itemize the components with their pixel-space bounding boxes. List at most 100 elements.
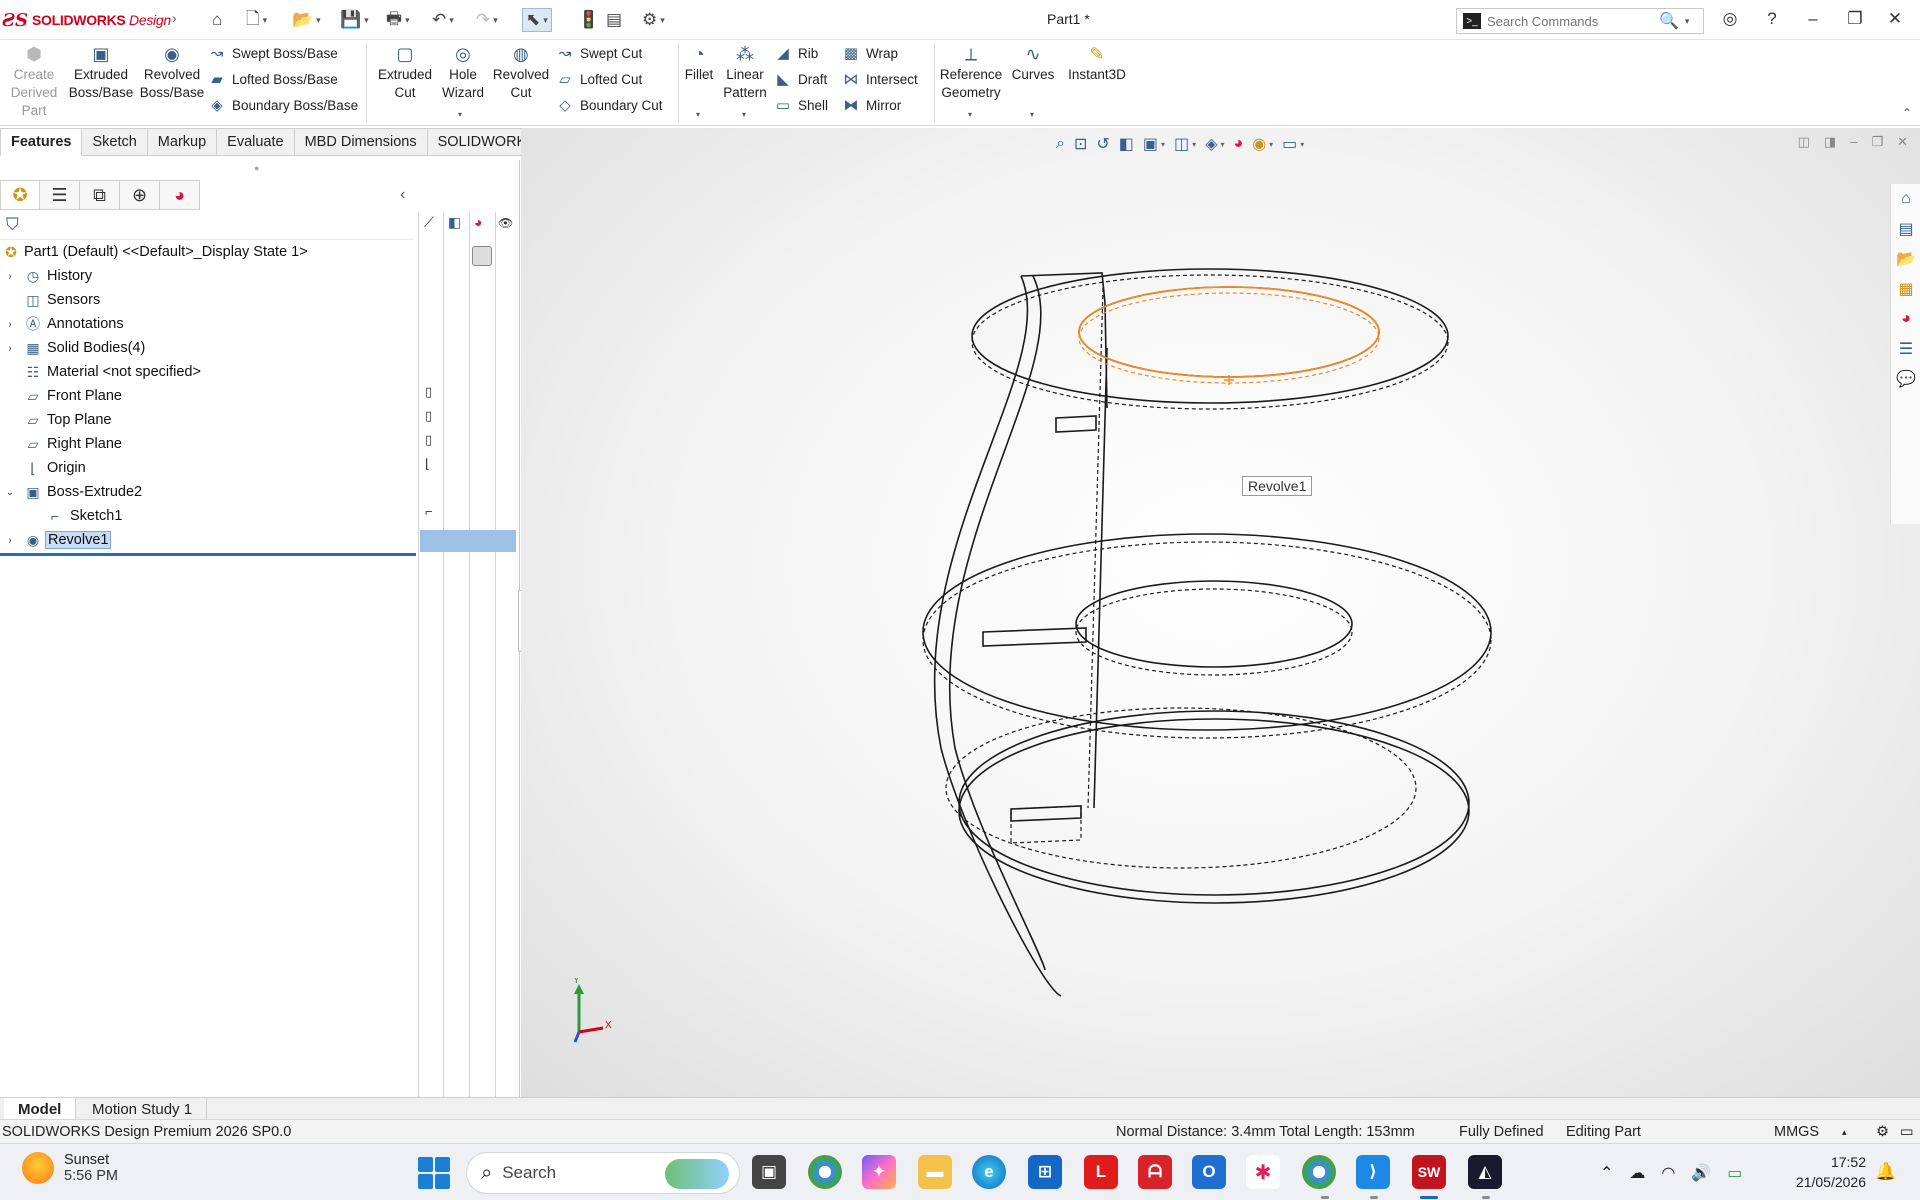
rebuild-status-icon[interactable]: ⚙ — [1876, 1124, 1889, 1140]
viewport-restore-icon[interactable]: ❐ — [1871, 134, 1883, 150]
volume-icon[interactable]: 🔊 — [1691, 1163, 1711, 1183]
wifi-icon[interactable]: ◠ — [1661, 1163, 1675, 1183]
slack-icon[interactable]: ✱ — [1246, 1155, 1280, 1189]
minimize-icon[interactable]: – — [1800, 9, 1826, 29]
curves-button[interactable]: ∿ Curves — [1008, 44, 1058, 84]
file-explorer-icon[interactable]: ▬ — [918, 1155, 952, 1189]
open-icon[interactable]: 📂 ▾ — [292, 8, 321, 32]
rebuild-icon[interactable]: 🚦 — [578, 8, 599, 32]
expand-icon[interactable]: › — [4, 271, 16, 282]
linear-pattern-button[interactable]: ⁂ Linear Pattern — [720, 44, 770, 102]
tree-item-solid-bodies[interactable]: › ▦ Solid Bodies(4) — [0, 336, 416, 360]
rib-button[interactable]: ◢ Rib — [774, 42, 818, 64]
extruded-cut-button[interactable]: ▢ Extruded Cut — [372, 44, 438, 102]
chrome-profile-icon[interactable] — [1302, 1155, 1336, 1189]
revolved-boss-button[interactable]: ◉ Revolved Boss/Base — [138, 44, 206, 102]
tree-item-revolve1[interactable]: › ◉ Revolve1 — [0, 528, 416, 552]
show-hidden-icons-icon[interactable]: ⌃ — [1600, 1163, 1613, 1183]
redo-icon[interactable]: ↷ ▾ — [476, 8, 498, 32]
tree-item-top-plane[interactable]: ▱ Top Plane — [0, 408, 416, 432]
tab-features[interactable]: Features — [0, 128, 83, 156]
microsoft-store-icon[interactable]: ⊞ — [1028, 1155, 1062, 1189]
tree-item-right-plane[interactable]: ▱ Right Plane — [0, 432, 416, 456]
appearances-icon[interactable]: ◕ — [1891, 304, 1920, 334]
mirror-button[interactable]: ⧓ Mirror — [842, 94, 902, 116]
copilot-icon[interactable]: ✦ — [862, 1155, 896, 1189]
viewport-close-icon[interactable]: ✕ — [1897, 134, 1908, 150]
boundary-cut-button[interactable]: ◇ Boundary Cut — [556, 94, 662, 116]
units-dropdown-icon[interactable]: ▴ — [1842, 1127, 1847, 1138]
tree-item-front-plane[interactable]: ▱ Front Plane — [0, 384, 416, 408]
intersect-button[interactable]: ⋈ Intersect — [842, 68, 918, 90]
new-document-icon[interactable]: 🗋 ▾ — [246, 8, 267, 32]
home-icon[interactable]: ⌂ — [212, 8, 222, 32]
menu-expand-icon[interactable]: › — [172, 10, 177, 26]
options-gear-icon[interactable]: ⚙ ▾ — [642, 8, 665, 32]
restore-icon[interactable]: ❐ — [1842, 9, 1868, 29]
lofted-cut-button[interactable]: ▱ Lofted Cut — [556, 68, 642, 90]
tree-item-material[interactable]: ☷ Material <not specified> — [0, 360, 416, 384]
display-manager-tab-icon[interactable]: ◕ — [160, 180, 200, 210]
tab-motion-study-1[interactable]: Motion Study 1 — [78, 1098, 208, 1120]
origin-visibility-icon[interactable]: ⌊ — [425, 456, 430, 472]
instant3d-button[interactable]: ✎ Instant3D — [1064, 44, 1130, 84]
collapse-icon[interactable]: ⌄ — [4, 487, 16, 498]
configuration-manager-tab-icon[interactable]: ⧉ — [80, 180, 120, 210]
status-units[interactable]: MMGS — [1774, 1124, 1819, 1140]
plane-visibility-icon[interactable]: ▯ — [425, 432, 432, 448]
close-icon[interactable]: ✕ — [1882, 9, 1908, 29]
search-dropdown-icon[interactable]: ▾ — [1685, 16, 1690, 27]
panel-grip[interactable]: ● — [254, 163, 259, 173]
hole-wizard-dropdown-icon[interactable]: ▾ — [458, 110, 462, 119]
create-derived-part-button[interactable]: ⬢ Create Derived Part — [6, 44, 62, 120]
search-commands-input[interactable] — [1487, 13, 1657, 29]
select-icon[interactable]: ⬉ ▾ — [522, 8, 552, 32]
start-button[interactable] — [418, 1157, 450, 1189]
tab-model[interactable]: Model — [4, 1098, 77, 1120]
tab-evaluate[interactable]: Evaluate — [217, 128, 295, 156]
tree-item-history[interactable]: › ◷ History — [0, 264, 416, 288]
revolved-cut-button[interactable]: ◍ Revolved Cut — [490, 44, 552, 102]
filter-icon[interactable]: ⛉ — [6, 215, 19, 235]
search-icon[interactable]: 🔍 — [1659, 11, 1679, 31]
shell-button[interactable]: ▭ Shell — [774, 94, 828, 116]
file-explorer-icon[interactable]: 📂 — [1891, 244, 1920, 274]
sketch-visibility-icon[interactable]: ⌐ — [425, 504, 433, 519]
forum-icon[interactable]: 💬 — [1891, 364, 1920, 394]
user-account-icon[interactable]: ◎ — [1717, 9, 1743, 29]
wrap-button[interactable]: ▩ Wrap — [842, 42, 898, 64]
view-palette-icon[interactable]: ▦ — [1891, 274, 1920, 304]
onedrive-offline-icon[interactable]: ☁ — [1629, 1163, 1645, 1183]
plane-visibility-icon[interactable]: ▯ — [425, 384, 432, 400]
save-icon[interactable]: 💾 ▾ — [340, 8, 369, 32]
undo-icon[interactable]: ↶ ▾ — [432, 8, 454, 32]
notifications-bell-icon[interactable]: 🔔 — [1875, 1162, 1896, 1182]
dimxpert-tab-icon[interactable]: ⊕ — [120, 180, 160, 210]
expand-icon[interactable]: › — [4, 343, 16, 354]
linear-pattern-dropdown-icon[interactable]: ▾ — [742, 110, 746, 119]
hole-wizard-button[interactable]: ◎ Hole Wizard — [436, 44, 490, 102]
tree-root[interactable]: ✪ Part1 (Default) <<Default>_Display Sta… — [0, 240, 416, 264]
tree-item-boss-extrude2[interactable]: ⌄ ▣ Boss-Extrude2 — [0, 480, 416, 504]
acrobat-icon[interactable]: ᗩ — [1138, 1155, 1172, 1189]
graphics-viewport[interactable]: ⌕ ⊡ ↺ ◧ ▣▾ ◫▾ ◈▾ ◕ ◉▾ ▭▾ ◫ ◨ – ❐ ✕ — [521, 128, 1920, 1097]
design-library-icon[interactable]: ▤ — [1891, 214, 1920, 244]
task-view-icon[interactable]: ▣ — [752, 1155, 786, 1189]
fillet-button[interactable]: ◔ Fillet — [682, 44, 716, 84]
affinity-icon[interactable]: ◭ — [1468, 1155, 1502, 1189]
reference-geometry-button[interactable]: ⟂ Reference Geometry — [938, 44, 1004, 102]
tab-mbd-dimensions[interactable]: MBD Dimensions — [294, 128, 428, 156]
outlook-icon[interactable]: O — [1192, 1155, 1226, 1189]
chrome-icon[interactable] — [808, 1155, 842, 1189]
solidworks-logo[interactable]: ƧS SOLIDWORKS Design — [2, 8, 171, 32]
search-commands-box[interactable]: >_ 🔍 ▾ — [1456, 8, 1704, 34]
reference-geometry-dropdown-icon[interactable]: ▾ — [968, 110, 972, 119]
battery-icon[interactable]: ▭ — [1727, 1163, 1742, 1183]
expand-icon[interactable]: › — [4, 319, 16, 330]
boundary-boss-button[interactable]: ◈ Boundary Boss/Base — [208, 94, 358, 116]
draft-button[interactable]: ◣ Draft — [774, 68, 827, 90]
custom-properties-icon[interactable]: ☰ — [1891, 334, 1920, 364]
solidworks-resources-icon[interactable]: ⌂ — [1891, 184, 1920, 214]
tree-item-sensors[interactable]: ◫ Sensors — [0, 288, 416, 312]
plane-visibility-icon[interactable]: ▯ — [425, 408, 432, 424]
